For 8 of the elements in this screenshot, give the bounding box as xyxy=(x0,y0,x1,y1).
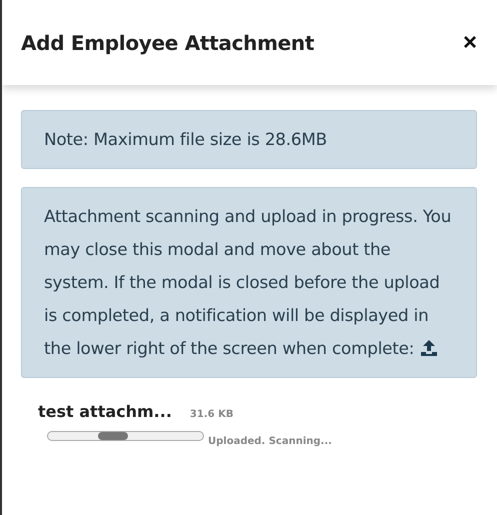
modal-title: Add Employee Attachment xyxy=(21,30,314,54)
note-text: Note: Maximum file size is 28.6MB xyxy=(44,128,328,151)
upload-status: Uploaded. Scanning... xyxy=(208,436,332,447)
upload-icon xyxy=(420,339,438,357)
file-name: test attachm... xyxy=(38,402,172,421)
file-size: 31.6 KB xyxy=(190,409,234,420)
note-text: Attachment scanning and upload in progress. You may close this modal and move about the system. If the modal is closed before the upload is completed, a notification will be displayed in the lower right of the screen when complete: xyxy=(44,205,452,360)
close-button[interactable]: × xyxy=(458,28,481,56)
